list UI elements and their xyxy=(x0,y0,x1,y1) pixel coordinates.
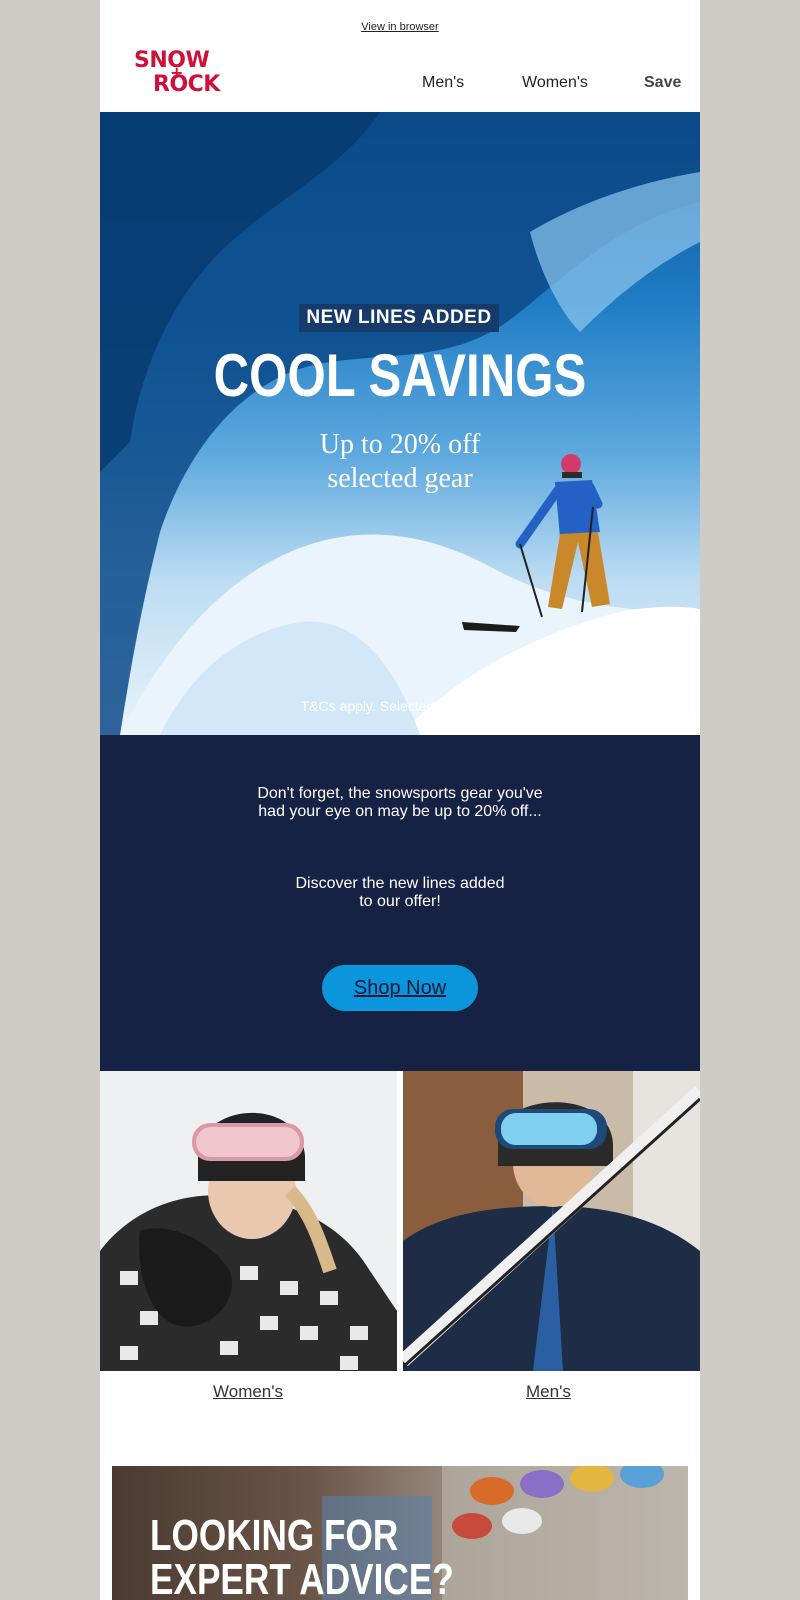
expert-advice-banner[interactable]: LOOKING FOR EXPERT ADVICE? xyxy=(112,1466,688,1600)
category-tiles xyxy=(100,1071,700,1371)
expert-advice-line-2: EXPERT ADVICE? xyxy=(150,1555,454,1600)
mens-tile-image[interactable] xyxy=(403,1071,700,1371)
promo-line-4: to our offer! xyxy=(359,893,441,910)
womens-tile-link[interactable]: Women's xyxy=(213,1382,283,1402)
ice-cave-skier-illustration xyxy=(100,112,700,735)
nav-link-save[interactable]: Save xyxy=(644,74,681,92)
view-in-browser-link[interactable]: View in browser xyxy=(100,21,700,33)
hero-subline: Up to 20% off selected gear xyxy=(100,428,700,496)
shop-now-button[interactable]: Shop Now xyxy=(322,965,478,1011)
hero-subline-1: Up to 20% off xyxy=(319,429,481,460)
expert-advice-line-1: LOOKING FOR xyxy=(150,1511,399,1560)
promo-text-2: Discover the new lines added to our offe… xyxy=(100,875,700,911)
promo-line-1: Don't forget, the snowsports gear you've xyxy=(257,785,543,802)
email-container: View in browser SNOW + ROCK Men's Women'… xyxy=(100,0,700,1600)
promo-section: Don't forget, the snowsports gear you've… xyxy=(100,735,700,1071)
promo-line-3: Discover the new lines added xyxy=(295,875,505,892)
womens-tile-image[interactable] xyxy=(100,1071,397,1371)
new-lines-badge: NEW LINES ADDED xyxy=(299,304,499,332)
expert-advice-title: LOOKING FOR EXPERT ADVICE? xyxy=(150,1514,454,1600)
hero-subline-2: selected gear xyxy=(327,463,473,494)
hero-banner[interactable]: NEW LINES ADDED COOL SAVINGS Up to 20% o… xyxy=(100,112,700,735)
snow-rock-logo[interactable]: SNOW + ROCK xyxy=(134,50,234,100)
promo-text-1: Don't forget, the snowsports gear you've… xyxy=(100,785,700,821)
nav-link-mens[interactable]: Men's xyxy=(422,74,464,92)
nav-link-womens[interactable]: Women's xyxy=(522,74,588,92)
hero-headline: COOL SAVINGS xyxy=(213,342,587,409)
hero-terms: T&Cs apply. Selected lines only. xyxy=(300,698,500,714)
logo-text-rock: ROCK xyxy=(153,72,220,97)
woman-skier-photo xyxy=(100,1071,397,1371)
man-skier-photo xyxy=(403,1071,700,1371)
promo-line-2: had your eye on may be up to 20% off... xyxy=(258,803,542,820)
mens-tile-link[interactable]: Men's xyxy=(526,1382,571,1402)
